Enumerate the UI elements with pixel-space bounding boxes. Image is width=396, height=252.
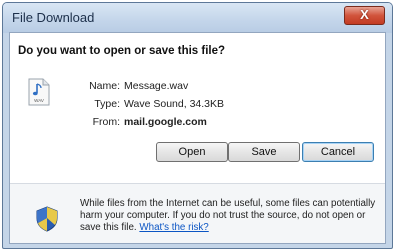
security-warning: While files from the Internet can be use… (80, 198, 376, 234)
name-label: Name: (89, 80, 120, 92)
close-icon: X (360, 7, 369, 22)
dialog-content: Do you want to open or save this file? W… (10, 33, 385, 183)
open-button[interactable]: Open (156, 142, 228, 162)
type-value: Wave Sound, 34.3KB (124, 98, 225, 110)
file-download-dialog: File Download X Do you want to open or s… (2, 2, 393, 249)
close-button[interactable]: X (344, 6, 385, 25)
title-bar[interactable]: File Download X (3, 3, 392, 33)
from-label: From: (92, 116, 120, 128)
dialog-question: Do you want to open or save this file? (18, 45, 226, 57)
warning-text: While files from the Internet can be use… (80, 198, 376, 233)
file-type-label: WAV (34, 98, 44, 103)
wav-file-icon: WAV (28, 78, 50, 106)
name-value: Message.wav (124, 80, 189, 92)
window-title: File Download (12, 10, 95, 25)
cancel-button[interactable]: Cancel (302, 142, 374, 162)
whats-the-risk-link[interactable]: What's the risk? (139, 222, 208, 233)
divider (10, 183, 385, 184)
dialog-body: Do you want to open or save this file? W… (9, 32, 386, 244)
save-button[interactable]: Save (228, 142, 300, 162)
from-value: mail.google.com (124, 116, 207, 128)
type-label: Type: (94, 98, 120, 110)
shield-icon (36, 206, 58, 232)
